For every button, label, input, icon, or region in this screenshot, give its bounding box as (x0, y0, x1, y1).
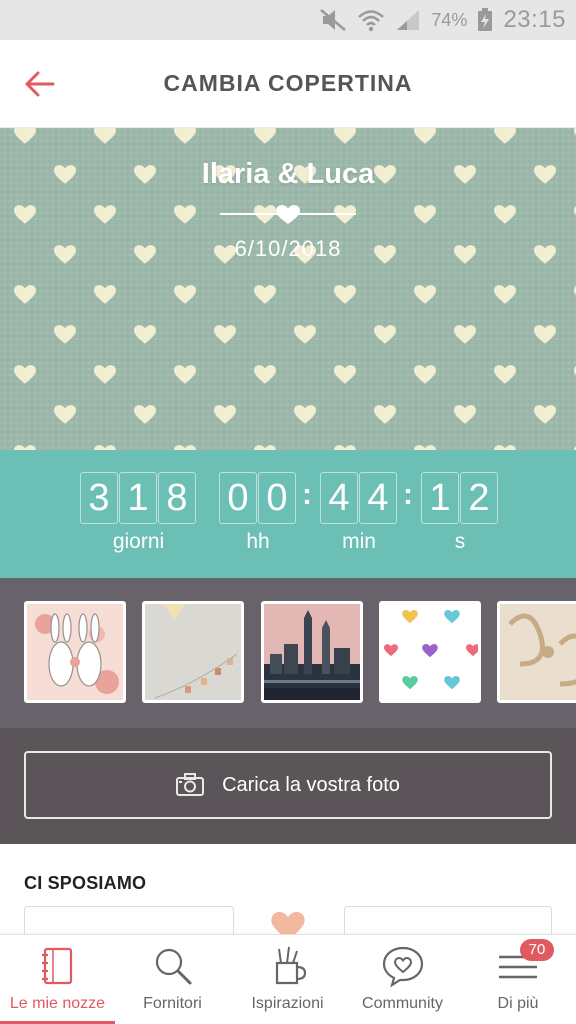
nav-item-community[interactable]: Community (345, 935, 460, 1024)
nav-label: Fornitori (143, 995, 202, 1012)
cover-image: Ilaria & Luca 6/10/2018 (0, 128, 576, 450)
chat-heart-icon (382, 946, 423, 988)
countdown-digit: 2 (460, 472, 498, 524)
status-icons: 74% 23:15 (319, 0, 566, 40)
countdown-digit: 0 (258, 472, 296, 524)
city-skyline-icon (264, 604, 360, 700)
couple-names: Ilaria & Luca (201, 158, 375, 190)
bottom-navigation: Le mie nozze Fornitori Ispirazioni Commu… (0, 934, 576, 1024)
upload-photo-label: Carica la vostra foto (222, 773, 400, 796)
mute-icon (320, 9, 347, 31)
magnifier-icon (155, 948, 191, 985)
countdown-digit: 3 (80, 472, 118, 524)
upload-photo-button[interactable]: Carica la vostra foto (24, 751, 552, 819)
minutes-label: min (342, 530, 376, 553)
nav-item-le-mie-nozze[interactable]: Le mie nozze (0, 935, 115, 1024)
nav-label: Community (362, 995, 443, 1012)
nav-item-fornitori[interactable]: Fornitori (115, 935, 230, 1024)
cover-option-colored-hearts[interactable] (379, 601, 481, 703)
battery-charging-icon (478, 8, 493, 31)
bunnies-illustration-icon (27, 604, 123, 700)
countdown: 3 1 8 0 0 : 4 4 : 1 2 giorni hh min s (0, 450, 576, 578)
cover-option-city[interactable] (261, 601, 363, 703)
countdown-days: 3 1 8 (80, 472, 197, 524)
nav-item-ispirazioni[interactable]: Ispirazioni (230, 935, 345, 1024)
section-title: CI SPOSIAMO (24, 873, 147, 893)
garland-photo-icon (145, 604, 241, 700)
signal-icon (397, 10, 420, 30)
app-header: CAMBIA COPERTINA (0, 40, 576, 128)
wifi-icon (358, 10, 385, 32)
countdown-digit: 4 (320, 472, 358, 524)
seconds-label: s (454, 530, 466, 553)
countdown-digit: 0 (219, 472, 257, 524)
nav-label: Le mie nozze (9, 995, 106, 1012)
cover-overlay: Ilaria & Luca 6/10/2018 (0, 128, 576, 450)
countdown-hours: 0 0 (219, 472, 297, 524)
cover-option-damask[interactable] (497, 601, 576, 703)
hours-label: hh (246, 530, 270, 553)
notification-badge: 70 (520, 939, 554, 961)
nav-item-di-piu[interactable]: 70 Di più (460, 935, 576, 1024)
wedding-date: 6/10/2018 (234, 236, 342, 261)
cover-thumbnails (0, 578, 576, 728)
damask-pattern-icon (500, 604, 576, 700)
status-bar: 74% 23:15 (0, 0, 576, 40)
nav-label: Di più (497, 995, 539, 1012)
clock: 23:15 (503, 6, 566, 33)
camera-icon (176, 773, 205, 796)
upload-area: Carica la vostra foto (0, 728, 576, 844)
countdown-minutes: 4 4 (320, 472, 398, 524)
countdown-digit: 4 (359, 472, 397, 524)
countdown-digit: 1 (119, 472, 157, 524)
page-title: CAMBIA COPERTINA (163, 70, 413, 96)
countdown-digit: 8 (158, 472, 196, 524)
days-label: giorni (112, 530, 165, 553)
cover-option-garland[interactable] (142, 601, 244, 703)
countdown-separator: : (302, 478, 312, 511)
countdown-seconds: 1 2 (421, 472, 499, 524)
battery-percent: 74% (431, 9, 468, 30)
countdown-separator: : (403, 478, 413, 511)
cover-option-illustration[interactable] (24, 601, 126, 703)
notebook-icon (41, 947, 72, 985)
pencil-cup-icon (275, 946, 306, 985)
colored-hearts-icon (382, 604, 478, 700)
nav-label: Ispirazioni (251, 995, 324, 1012)
heart-divider (220, 205, 356, 224)
countdown-digit: 1 (421, 472, 459, 524)
